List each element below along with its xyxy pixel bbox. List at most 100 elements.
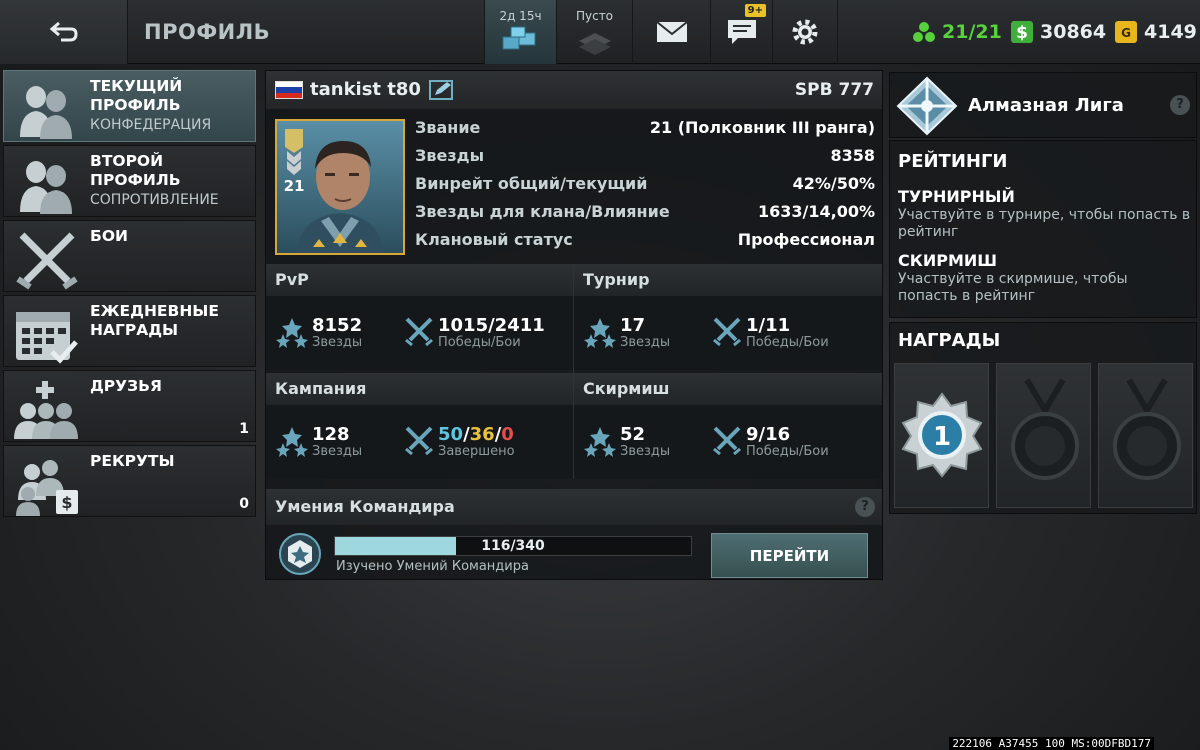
pvp-wins-label: Победы/Бои bbox=[438, 335, 521, 350]
stat-clan-status-value: Профессионал bbox=[737, 229, 875, 249]
stat-stars-label: Звезды bbox=[415, 145, 485, 165]
dollar-icon: $ bbox=[1011, 21, 1033, 43]
menu-friends[interactable]: ДРУЗЬЯ 1 bbox=[3, 370, 256, 442]
medal-number: 1 bbox=[933, 422, 951, 452]
stat-clan-status-label: Клановый статус bbox=[415, 229, 573, 249]
campaign-header: Кампания bbox=[266, 373, 573, 405]
stat-stars-row: Звезды 8358 bbox=[415, 141, 875, 169]
pvp-wins-value: 1015/2411 bbox=[438, 315, 545, 336]
stat-rank-label: Звание bbox=[415, 117, 481, 137]
skirmish-stars-label: Звезды bbox=[620, 444, 671, 459]
commander-avatar[interactable]: 21 bbox=[275, 119, 405, 255]
stat-rank-value: 21 (Полковник III ранга) bbox=[649, 117, 875, 137]
stat-clan-label: Звезды для клана/Влияние bbox=[415, 201, 670, 221]
svg-text:G: G bbox=[1121, 26, 1131, 40]
skills-caption: Изучено Умений Командира bbox=[336, 559, 529, 574]
award-slot-1[interactable]: 1 bbox=[894, 363, 989, 508]
league-help-icon[interactable]: ? bbox=[1170, 95, 1190, 115]
stat-winrate-label: Винрейт общий/текущий bbox=[415, 173, 648, 193]
campaign-completed-c: 0 bbox=[501, 424, 514, 445]
edit-name-icon[interactable] bbox=[429, 80, 455, 100]
menu-second-profile[interactable]: ВТОРОЙ ПРОФИЛЬ СОПРОТИВЛЕНИЕ bbox=[3, 145, 256, 217]
skirmish-body: 52 Звезды 9/16 Победы/Бои bbox=[574, 405, 882, 479]
pvp-header: PvP bbox=[266, 264, 573, 296]
storage-empty-label: Пусто bbox=[575, 9, 614, 23]
award-slot-2[interactable] bbox=[996, 363, 1091, 508]
gear-icon bbox=[792, 19, 818, 45]
mail-button[interactable] bbox=[632, 0, 710, 64]
calendar-icon bbox=[16, 312, 78, 364]
skirmish-stars-value: 52 bbox=[620, 424, 646, 445]
go-button[interactable]: ПЕРЕЙТИ bbox=[711, 533, 868, 578]
diamond-league-icon bbox=[896, 76, 958, 136]
skirmish-wins: 9/16 Победы/Бои bbox=[712, 425, 829, 459]
skills-progress-text: 116/340 bbox=[481, 538, 545, 554]
commander-level: 21 bbox=[284, 177, 305, 195]
stars-icon bbox=[584, 318, 616, 348]
menu-current-profile-sub: КОНФЕДЕРАЦИЯ bbox=[90, 117, 212, 133]
campaign-stars: 128 Звезды bbox=[276, 425, 362, 459]
award-slot-3[interactable] bbox=[1098, 363, 1193, 508]
tournament-wins-label: Победы/Бои bbox=[746, 335, 829, 350]
menu-daily-rewards[interactable]: ЕЖЕДНЕВНЫЕ НАГРАДЫ bbox=[3, 295, 256, 367]
pvp-stars-label: Звезды bbox=[312, 335, 363, 350]
tournament-stars: 17 Звезды bbox=[584, 316, 670, 350]
recruits-icon: $ bbox=[16, 460, 78, 516]
chat-bubble-icon bbox=[727, 20, 756, 44]
skirmish-header: Скирмиш bbox=[574, 373, 882, 405]
storage-empty-button[interactable]: Пусто bbox=[556, 0, 632, 64]
awards-title: НАГРАДЫ bbox=[898, 330, 1001, 351]
crossed-swords-icon bbox=[713, 317, 741, 346]
profile-panel: tankist t80 SPB 777 21 Звание 21 (Полковн… bbox=[265, 70, 883, 580]
menu-daily-rewards-title: ЕЖЕДНЕВНЫЕ НАГРАДЫ bbox=[90, 302, 219, 339]
menu-current-profile[interactable]: ТЕКУЩИЙ ПРОФИЛЬ КОНФЕДЕРАЦИЯ bbox=[3, 70, 256, 142]
league-box[interactable]: Алмазная Лига ? bbox=[889, 72, 1197, 138]
ratings-box: РЕЙТИНГИ ТУРНИРНЫЙ Участвуйте в турнире,… bbox=[889, 140, 1197, 318]
skills-help-icon[interactable]: ? bbox=[855, 497, 875, 517]
energy-counter: 21/21 bbox=[912, 0, 1002, 64]
chat-badge: 9+ bbox=[744, 4, 766, 17]
energy-icon bbox=[913, 22, 935, 42]
commander-skills-icon bbox=[279, 533, 321, 575]
skills-progress-bar: 116/340 bbox=[334, 536, 692, 556]
menu-second-profile-sub: СОПРОТИВЛЕНИЕ bbox=[90, 192, 219, 208]
tournament-rating-desc: Участвуйте в турнире, чтобы попасть в ре… bbox=[898, 207, 1191, 240]
back-arrow-icon bbox=[49, 21, 78, 42]
stars-icon bbox=[584, 427, 616, 457]
server-name: SPB 777 bbox=[794, 80, 874, 100]
menu-recruits[interactable]: $ РЕКРУТЫ 0 bbox=[3, 445, 256, 517]
chat-button[interactable]: 9+ bbox=[710, 0, 772, 64]
menu-battles[interactable]: БОИ bbox=[3, 220, 256, 292]
skirmish-stars: 52 Звезды bbox=[584, 425, 670, 459]
money-value: 30864 bbox=[1040, 21, 1107, 43]
tournament-body: 17 Звезды 1/11 Победы/Бои bbox=[574, 296, 882, 370]
gold-value: 4149 bbox=[1144, 21, 1197, 43]
soldiers-icon bbox=[20, 161, 72, 214]
section-divider bbox=[573, 264, 574, 479]
campaign-completed: 50/36/0 Завершено bbox=[404, 425, 515, 459]
settings-button[interactable] bbox=[772, 0, 838, 64]
stat-stars-value: 8358 bbox=[830, 145, 875, 165]
player-name: tankist t80 bbox=[310, 79, 421, 100]
league-name: Алмазная Лига bbox=[968, 95, 1124, 116]
stat-clan-status-row: Клановый статус Профессионал bbox=[415, 225, 875, 253]
tournament-wins: 1/11 Победы/Бои bbox=[712, 316, 829, 350]
campaign-completed-b: 36 bbox=[469, 424, 495, 445]
back-button[interactable] bbox=[0, 0, 128, 64]
crossed-swords-icon bbox=[405, 317, 433, 346]
energy-value: 21/21 bbox=[942, 21, 1002, 43]
crates-icon bbox=[502, 26, 535, 50]
stat-clan-row: Звезды для клана/Влияние 1633/14,00% bbox=[415, 197, 875, 225]
menu-second-profile-title: ВТОРОЙ ПРОФИЛЬ bbox=[90, 152, 181, 189]
russia-flag-icon bbox=[275, 81, 303, 99]
pvp-body: 8152 Звезды 1015/2411 Победы/Бои bbox=[266, 296, 573, 370]
skirmish-wins-label: Победы/Бои bbox=[746, 444, 829, 459]
friends-icon bbox=[14, 381, 78, 439]
stat-winrate-row: Винрейт общий/текущий 42%/50% bbox=[415, 169, 875, 197]
skirmish-rating-desc: Участвуйте в скирмише, чтобы попасть в р… bbox=[898, 271, 1128, 304]
medal-icon: 1 bbox=[901, 392, 983, 478]
campaign-stars-value: 128 bbox=[312, 424, 350, 445]
envelope-icon bbox=[655, 21, 688, 42]
locked-medal-icon bbox=[1011, 378, 1079, 480]
storage-timer-button[interactable]: 2д 15ч bbox=[484, 0, 556, 64]
